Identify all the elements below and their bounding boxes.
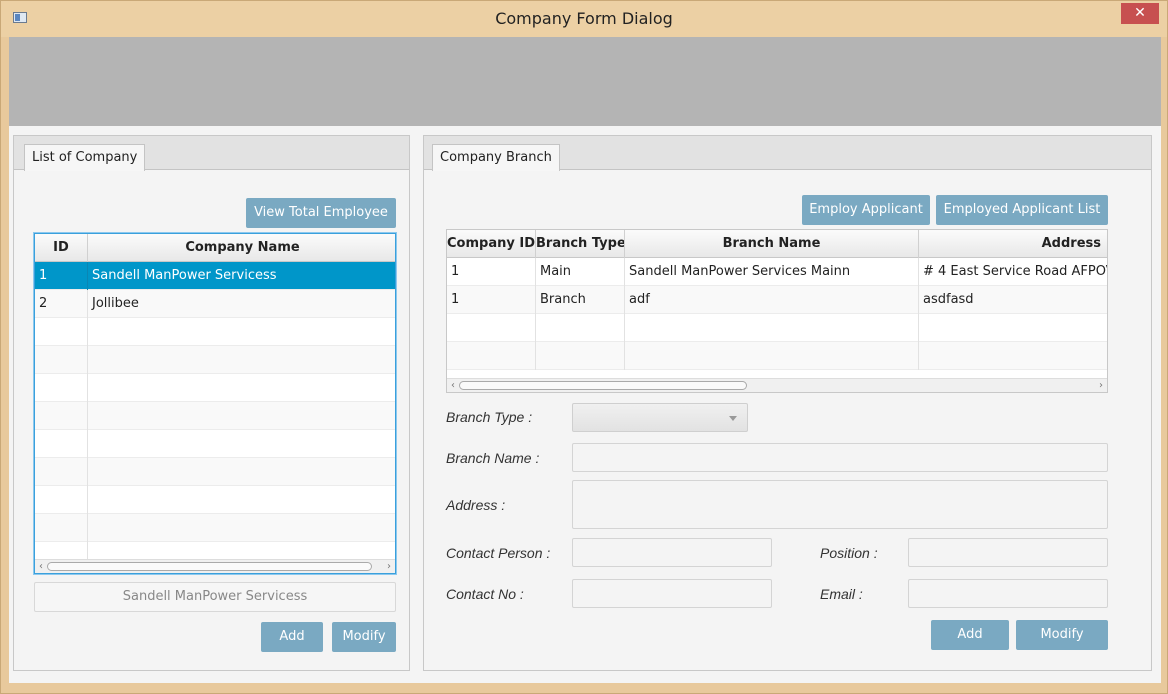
- column-header-id[interactable]: ID: [35, 234, 88, 262]
- branch-type-combobox[interactable]: [572, 403, 748, 432]
- empty-row: [35, 514, 395, 542]
- tab-company-branch[interactable]: Company Branch: [432, 144, 560, 171]
- contact-person-label: Contact Person :: [446, 545, 551, 561]
- column-header-company-name[interactable]: Company Name: [88, 234, 395, 262]
- email-field[interactable]: [908, 579, 1108, 608]
- view-total-employee-button[interactable]: View Total Employee: [246, 198, 396, 228]
- branch-name-label: Branch Name :: [446, 450, 540, 466]
- address-label: Address :: [446, 497, 506, 513]
- branch-tab-strip: Company Branch: [424, 136, 1151, 171]
- company-table[interactable]: ID Company Name 1 Sandell ManPower Servi…: [34, 233, 396, 574]
- scroll-left-icon[interactable]: ‹: [35, 560, 47, 573]
- company-tab-strip: List of Company: [14, 136, 409, 171]
- scrollbar-thumb[interactable]: [47, 562, 372, 571]
- cell-branch-name: adf: [625, 286, 919, 314]
- cell-company-name: Sandell ManPower Servicess: [92, 268, 277, 283]
- branch-table-header: Company ID Branch Type Branch Name Addre…: [447, 230, 1107, 258]
- address-field[interactable]: [572, 480, 1108, 529]
- company-modify-button[interactable]: Modify: [332, 622, 396, 652]
- company-table-scrollbar[interactable]: ‹ ›: [35, 559, 395, 573]
- selected-company-field[interactable]: Sandell ManPower Servicess: [34, 582, 396, 612]
- company-list-panel: List of Company View Total Employee ID C…: [13, 135, 410, 671]
- table-row[interactable]: 1 Branch adf asdfasd: [447, 286, 1107, 314]
- cell-company-id: 1: [447, 286, 536, 314]
- contact-no-field[interactable]: [572, 579, 772, 608]
- employ-applicant-button[interactable]: Employ Applicant: [802, 195, 930, 225]
- branch-name-field[interactable]: [572, 443, 1108, 472]
- cell-branch-type: Main: [536, 258, 625, 286]
- position-field[interactable]: [908, 538, 1108, 567]
- window-title: Company Form Dialog: [495, 9, 673, 28]
- cell-address: # 4 East Service Road AFPOVA: [923, 264, 1108, 279]
- empty-row: [447, 342, 1107, 370]
- dialog-window: Company Form Dialog ✕ List of Company Vi…: [0, 0, 1168, 694]
- cell-company-id: 1: [447, 258, 536, 286]
- empty-row: [35, 402, 395, 430]
- empty-row: [35, 458, 395, 486]
- empty-row: [35, 346, 395, 374]
- close-button[interactable]: ✕: [1121, 3, 1159, 24]
- scrollbar-thumb[interactable]: [459, 381, 747, 390]
- empty-row: [447, 314, 1107, 342]
- cell-branch-type: Branch: [536, 286, 625, 314]
- empty-row: [35, 430, 395, 458]
- column-header-branch-name[interactable]: Branch Name: [625, 230, 919, 258]
- scroll-right-icon[interactable]: ›: [1095, 379, 1107, 392]
- cell-branch-name: Sandell ManPower Services Mainn: [625, 258, 919, 286]
- company-branch-panel: Company Branch Employ Applicant Employed…: [423, 135, 1152, 671]
- branch-type-label: Branch Type :: [446, 409, 533, 425]
- position-label: Position :: [820, 545, 878, 561]
- chevron-down-icon: [729, 416, 737, 421]
- table-row[interactable]: 1 Main Sandell ManPower Services Mainn #…: [447, 258, 1107, 286]
- empty-row: [35, 486, 395, 514]
- contact-person-field[interactable]: [572, 538, 772, 567]
- header-banner: [9, 37, 1161, 126]
- company-add-button[interactable]: Add: [261, 622, 323, 652]
- branch-table[interactable]: Company ID Branch Type Branch Name Addre…: [446, 229, 1108, 393]
- empty-row: [35, 318, 395, 346]
- company-table-header: ID Company Name: [35, 234, 395, 262]
- column-header-branch-type[interactable]: Branch Type: [536, 230, 625, 258]
- branch-add-button[interactable]: Add: [931, 620, 1009, 650]
- column-header-address[interactable]: Address: [919, 230, 1107, 258]
- table-row[interactable]: 1 Sandell ManPower Servicess: [35, 262, 395, 290]
- empty-row: [35, 374, 395, 402]
- table-row[interactable]: 2 Jollibee: [35, 290, 395, 318]
- cell-company-name: Jollibee: [92, 296, 139, 311]
- cell-id: 2: [35, 290, 88, 318]
- tab-list-of-company[interactable]: List of Company: [24, 144, 146, 171]
- employed-applicant-list-button[interactable]: Employed Applicant List: [936, 195, 1108, 225]
- branch-modify-button[interactable]: Modify: [1016, 620, 1108, 650]
- contact-no-label: Contact No :: [446, 586, 524, 602]
- branch-table-scrollbar[interactable]: ‹ ›: [447, 378, 1107, 392]
- cell-id: 1: [35, 262, 88, 290]
- title-bar[interactable]: Company Form Dialog ✕: [1, 1, 1167, 37]
- scroll-left-icon[interactable]: ‹: [447, 379, 459, 392]
- scroll-right-icon[interactable]: ›: [383, 560, 395, 573]
- dialog-content: List of Company View Total Employee ID C…: [9, 37, 1161, 683]
- email-label: Email :: [820, 586, 863, 602]
- column-header-company-id[interactable]: Company ID: [447, 230, 536, 258]
- cell-address: asdfasd: [923, 292, 974, 307]
